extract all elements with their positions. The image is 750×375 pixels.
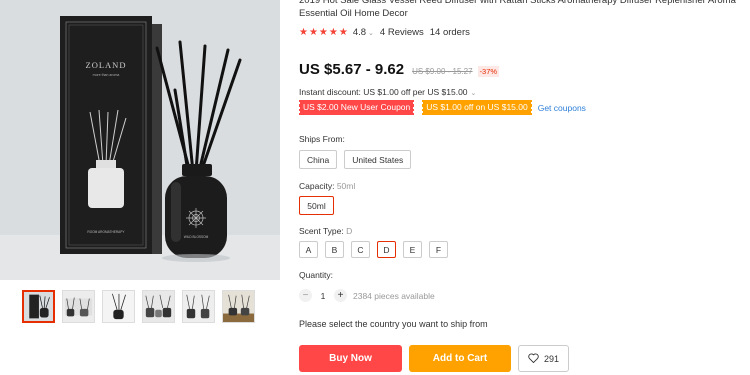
thumbnail-5[interactable] xyxy=(182,290,215,323)
capacity-selected-value: 50ml xyxy=(336,181,356,191)
wishlist-count: 291 xyxy=(543,353,560,364)
quantity-increase-button[interactable]: + xyxy=(334,289,347,302)
thumbnail-1[interactable] xyxy=(22,290,55,323)
price-row: US $5.67 - 9.62 US $9.00 - 15.27 -37% xyxy=(299,61,500,78)
heart-icon xyxy=(528,352,539,365)
quantity-label: Quantity: xyxy=(299,270,334,280)
quantity-stepper: − 1 + 2384 pieces available xyxy=(299,289,435,302)
ship-country-note: Please select the country you want to sh… xyxy=(299,319,488,329)
instant-discount-text: Instant discount: US $1.00 off per US $1… xyxy=(299,87,468,97)
scent-option-a[interactable]: A xyxy=(299,241,318,258)
buy-now-button[interactable]: Buy Now xyxy=(299,345,402,372)
product-main-image[interactable]: ZOLAND more than aroma ROOM AROMATHERAPY xyxy=(0,0,280,280)
scent-options: A B C D E F xyxy=(299,241,448,258)
product-title: 2019 Hot Sale Glass Vessel Reed Diffuser… xyxy=(299,0,736,19)
box-tagline-text: more than aroma xyxy=(93,73,120,77)
thumbnail-2[interactable] xyxy=(62,290,95,323)
ships-from-label: Ships From: xyxy=(299,134,345,144)
thumbnail-3[interactable] xyxy=(102,290,135,323)
scent-option-e[interactable]: E xyxy=(403,241,422,258)
capacity-label-text: Capacity: xyxy=(299,181,335,191)
new-user-coupon[interactable]: US $2.00 New User Coupon xyxy=(299,100,416,115)
scent-option-c[interactable]: C xyxy=(351,241,370,258)
chevron-down-icon[interactable]: ⌄ xyxy=(471,90,477,97)
bottle-label-text: WILD BLOSSOM xyxy=(184,235,209,239)
box-label-text: ROOM AROMATHERAPY xyxy=(87,230,125,234)
rating-row: ★★★★★ 4.8 ⌄ 4 Reviews 14 orders xyxy=(299,27,470,38)
chevron-down-icon[interactable]: ⌄ xyxy=(368,29,374,37)
ship-option-china[interactable]: China xyxy=(299,150,338,169)
thumbnail-4[interactable] xyxy=(142,290,175,323)
scent-selected-value: D xyxy=(346,226,353,236)
thumbnail-strip xyxy=(22,290,255,323)
scent-option-b[interactable]: B xyxy=(325,241,344,258)
ship-option-united-states[interactable]: United States xyxy=(344,150,412,169)
instant-discount[interactable]: Instant discount: US $1.00 off per US $1… xyxy=(299,87,476,97)
scent-option-d[interactable]: D xyxy=(377,241,396,258)
get-coupons-link[interactable]: Get coupons xyxy=(538,103,586,113)
thumbnail-6[interactable] xyxy=(222,290,255,323)
coupon-row: US $2.00 New User Coupon US $1.00 off on… xyxy=(299,100,586,115)
capacity-label: Capacity: 50ml xyxy=(299,181,355,191)
add-to-cart-button[interactable]: Add to Cart xyxy=(409,345,511,372)
box-brand-text: ZOLAND xyxy=(86,60,127,70)
reviews-link[interactable]: 4 Reviews xyxy=(380,27,424,38)
scent-label-text: Scent Type: xyxy=(299,226,344,236)
pieces-available: 2384 pieces available xyxy=(353,290,435,301)
current-price: US $5.67 - 9.62 xyxy=(299,61,405,78)
product-info-panel: 2019 Hot Sale Glass Vessel Reed Diffuser… xyxy=(299,0,750,375)
star-rating-icon: ★★★★★ xyxy=(299,27,349,38)
orders-count: 14 orders xyxy=(429,27,470,38)
scent-type-label: Scent Type: D xyxy=(299,226,352,236)
wishlist-button[interactable]: 291 xyxy=(518,345,569,372)
rating-score[interactable]: 4.8 xyxy=(353,27,366,38)
capacity-options: 50ml xyxy=(299,196,334,215)
quantity-input[interactable]: 1 xyxy=(312,291,334,301)
spend-coupon[interactable]: US $1.00 off on US $15.00 xyxy=(421,100,534,115)
capacity-option-50ml[interactable]: 50ml xyxy=(299,196,334,215)
quantity-decrease-button[interactable]: − xyxy=(299,289,312,302)
discount-badge: -37% xyxy=(477,66,500,77)
scent-option-f[interactable]: F xyxy=(429,241,448,258)
original-price: US $9.00 - 15.27 xyxy=(412,67,473,76)
ships-from-options: China United States xyxy=(299,150,412,169)
